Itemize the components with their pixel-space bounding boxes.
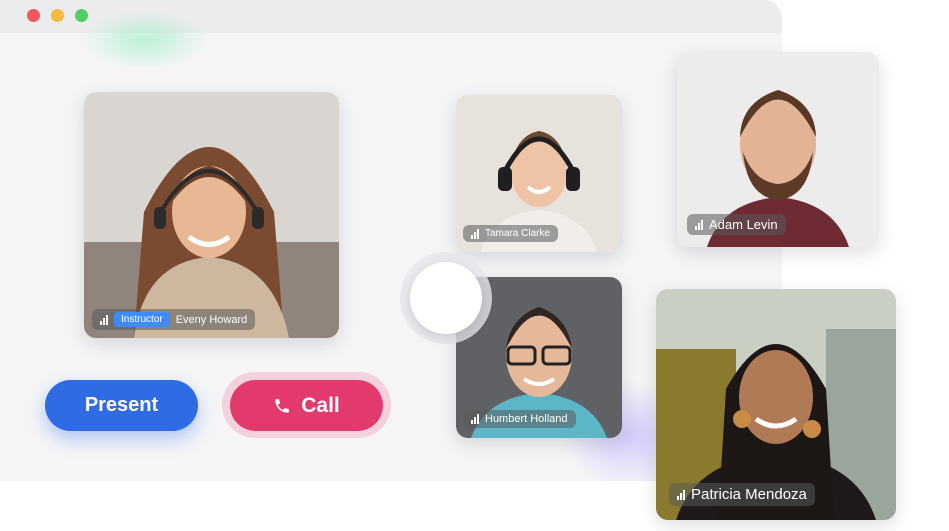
signal-bars-icon (471, 414, 479, 424)
participant-nametag: Patricia Mendoza (669, 483, 815, 506)
participant-nametag: Humbert Holland (463, 410, 576, 428)
signal-bars-icon (677, 489, 685, 500)
signal-bars-icon (695, 219, 703, 230)
participant-name: Adam Levin (709, 217, 778, 232)
participant-name: Patricia Mendoza (691, 486, 807, 503)
signal-bars-icon (100, 314, 108, 325)
participant-nametag: Tamara Clarke (463, 225, 559, 242)
video-tile-tamara[interactable]: Tamara Clarke (456, 95, 622, 252)
close-window-button[interactable] (27, 9, 40, 22)
video-tile-patricia[interactable]: Patricia Mendoza (656, 289, 896, 520)
call-button[interactable]: Call (230, 380, 383, 431)
role-badge: Instructor (114, 312, 170, 327)
video-tile-instructor[interactable]: Instructor Eveny Howard (84, 92, 339, 338)
signal-bars-icon (471, 228, 479, 239)
participant-nametag: Adam Levin (687, 214, 786, 235)
minimize-window-button[interactable] (51, 9, 64, 22)
present-button[interactable]: Present (45, 380, 198, 431)
decorative-glow (80, 10, 210, 70)
present-button-label: Present (84, 394, 159, 416)
participant-name: Eveny Howard (175, 313, 248, 326)
phone-icon (275, 398, 289, 413)
participant-photo (84, 92, 339, 338)
decorative-circle (410, 262, 482, 334)
video-tile-adam[interactable]: Adam Levin (677, 52, 879, 247)
participant-nametag: Instructor Eveny Howard (92, 309, 256, 330)
call-button-label: Call (301, 393, 340, 417)
participant-name: Tamara Clarke (485, 228, 551, 239)
participant-name: Humbert Holland (485, 413, 568, 425)
